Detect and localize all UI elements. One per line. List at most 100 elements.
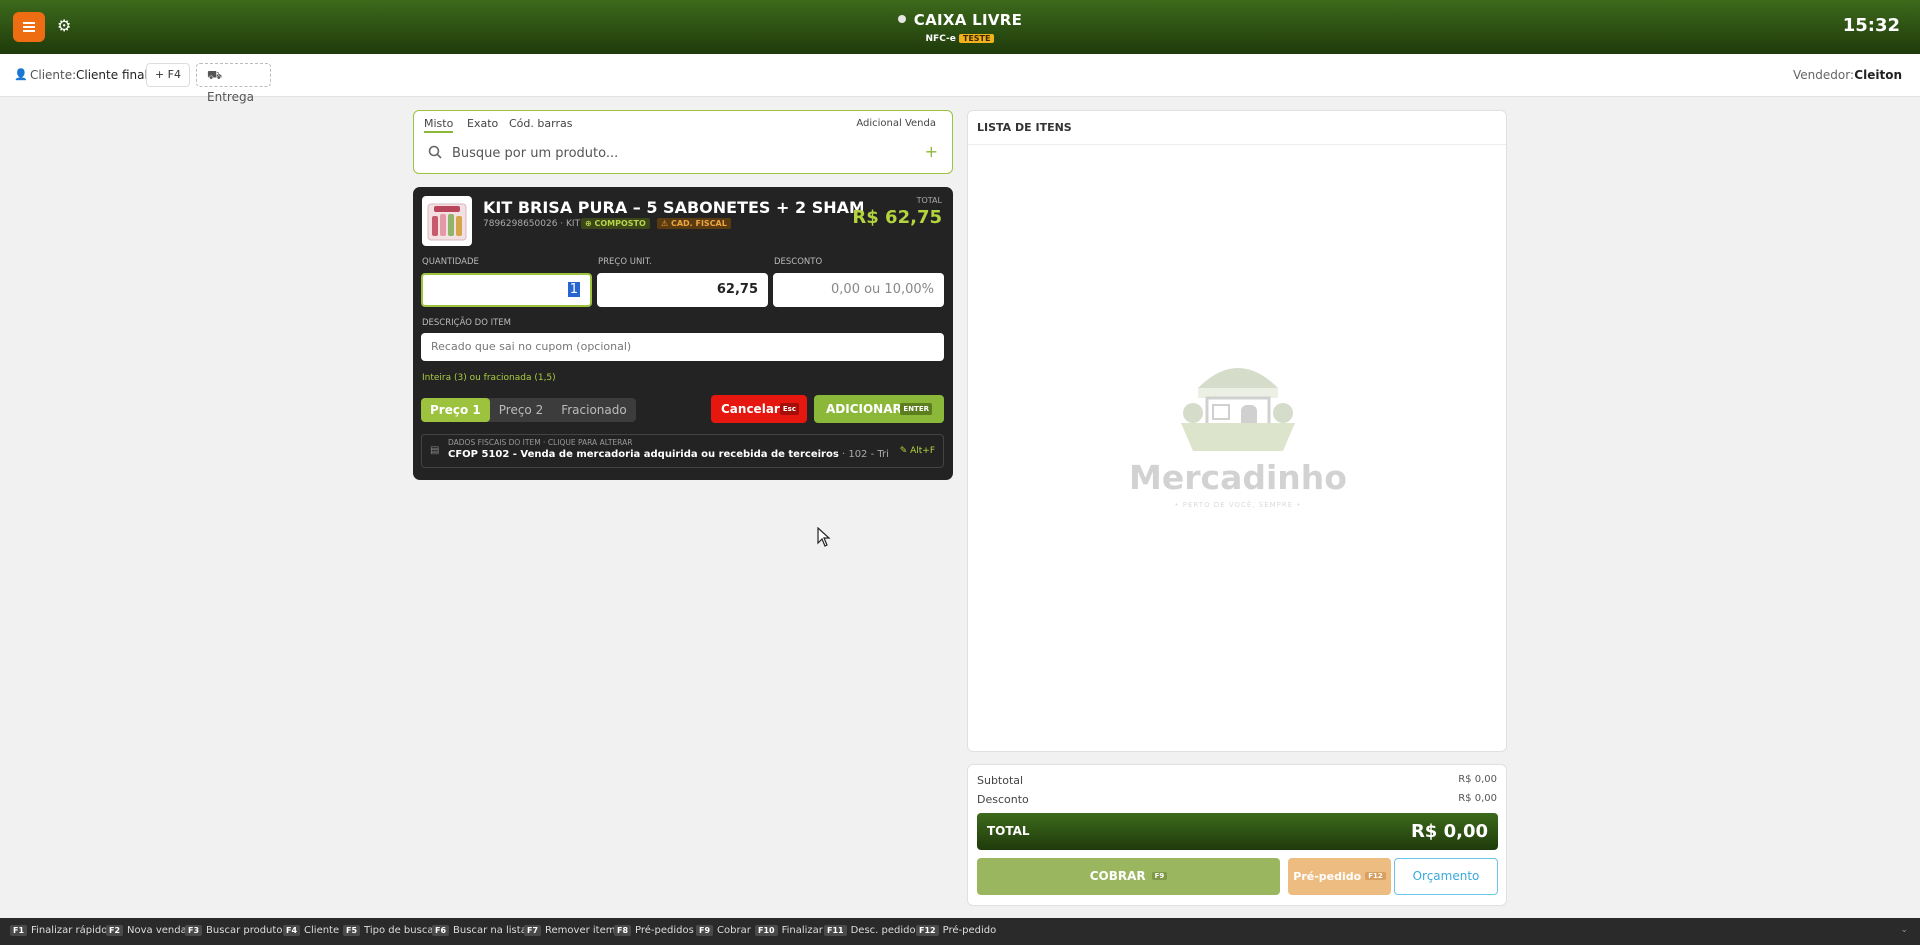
chevron-down-icon[interactable]: ⌄ xyxy=(1900,925,1908,935)
edit-fiscal-shortcut[interactable]: ✎ Alt+F xyxy=(900,446,935,456)
document-icon: ▤ xyxy=(430,445,440,456)
cancel-button[interactable]: Cancelar Esc xyxy=(711,395,807,423)
preorder-label: Pré-pedido xyxy=(1293,870,1362,883)
shortcut-key: F11 xyxy=(824,925,847,936)
shortcut-label: Finalizar rápido xyxy=(31,925,108,936)
store-logo-watermark: Mercadinho • PERTO DE VOCÊ, SEMPRE • xyxy=(1123,333,1353,523)
shortcut-label: Pré-pedidos xyxy=(635,925,694,936)
tab-price-2[interactable]: Preço 2 xyxy=(490,398,552,422)
user-icon: 👤 xyxy=(14,68,28,81)
shortcut-f11[interactable]: F11 Desc. pedido xyxy=(824,925,916,936)
shortcut-label: Pré-pedido xyxy=(942,925,997,936)
seller-name[interactable]: Cleiton xyxy=(1854,68,1902,82)
shortcut-f6[interactable]: F6 Buscar na lista xyxy=(432,925,527,936)
preorder-button[interactable]: Pré-pedido F12 xyxy=(1288,858,1391,895)
delivery-button[interactable]: ⛟ Entrega xyxy=(196,63,271,104)
divider xyxy=(968,144,1506,145)
tab-fractional[interactable]: Fracionado xyxy=(552,398,636,422)
shortcut-key: F10 xyxy=(755,925,778,936)
shortcut-label: Buscar na lista xyxy=(453,925,527,936)
search-tab-mixed[interactable]: Misto xyxy=(424,114,454,133)
shortcut-f12[interactable]: F12 Pré-pedido xyxy=(916,925,996,936)
search-input[interactable] xyxy=(452,142,892,164)
grand-total-value: R$ 0,00 xyxy=(1410,821,1488,842)
grand-total-bar: TOTAL R$ 0,00 xyxy=(977,813,1498,850)
subtotal-value: R$ 0,00 xyxy=(1458,774,1497,785)
register-status: CAIXA LIVRE xyxy=(0,11,1920,29)
subtotal-row: Subtotal R$ 0,00 xyxy=(977,774,1497,787)
unit-price-field[interactable]: 62,75 xyxy=(597,273,768,307)
shortcut-f10[interactable]: F10 Finalizar xyxy=(755,925,823,936)
client-name[interactable]: Cliente final xyxy=(76,68,148,82)
shortcut-label: Cliente xyxy=(304,925,340,936)
shortcut-key: F5 xyxy=(343,925,361,936)
shortcut-key: F4 xyxy=(283,925,301,936)
grand-total-label: TOTAL xyxy=(987,824,1030,838)
tab-price-1[interactable]: Preço 1 xyxy=(421,398,490,422)
additional-sale-link[interactable]: Adicional Venda xyxy=(856,114,936,133)
cancel-key-hint: Esc xyxy=(779,403,799,415)
edit-icon: ✎ xyxy=(899,446,911,456)
shortcut-key: F1 xyxy=(10,925,28,936)
composite-badge: ⊕ COMPOSTO xyxy=(581,218,650,229)
shortcut-f5[interactable]: F5 Tipo de busca xyxy=(343,925,433,936)
add-label: ADICIONAR xyxy=(826,402,902,416)
select-client-button[interactable]: + F4 xyxy=(146,63,190,87)
shortcut-key: F7 xyxy=(524,925,542,936)
shortcut-key: F6 xyxy=(432,925,450,936)
shortcut-key: F12 xyxy=(916,925,939,936)
shortcut-f3[interactable]: F3 Buscar produto xyxy=(185,925,282,936)
product-search: Misto Exato Cód. barras Adicional Venda … xyxy=(413,110,953,174)
discount-field[interactable]: 0,00 ou 10,00% xyxy=(773,273,944,307)
fiscal-cfop: CFOP 5102 - Venda de mercadoria adquirid… xyxy=(448,449,839,460)
fiscal-warning-badge: ⚠ CAD. FISCAL xyxy=(657,218,731,229)
item-description-field[interactable]: Recado que sai no cupom (opcional) xyxy=(421,333,944,361)
shortcut-f8[interactable]: F8 Pré-pedidos xyxy=(614,925,694,936)
search-tab-exact[interactable]: Exato xyxy=(467,114,498,133)
item-total-label: TOTAL xyxy=(916,196,942,205)
delivery-label: Entrega xyxy=(207,90,254,104)
order-discount-label: Desconto xyxy=(977,793,1029,806)
shortcut-key: F2 xyxy=(106,925,124,936)
status-dot-icon xyxy=(897,15,906,23)
fiscal-data-box[interactable]: ▤ DADOS FISCAIS DO ITEM · CLIQUE PARA AL… xyxy=(421,434,944,468)
quote-button[interactable]: Orçamento xyxy=(1394,858,1498,895)
shortcut-label: Remover item xyxy=(545,925,616,936)
doc-type-label: NFC-e xyxy=(925,34,956,44)
item-list-panel: LISTA DE ITENS Mercadinho • PERTO DE VOC… xyxy=(967,110,1507,752)
unit-price-label: PREÇO UNIT. xyxy=(598,257,652,267)
shortcut-f9[interactable]: F9 Cobrar xyxy=(696,925,751,936)
shortcut-label: Finalizar xyxy=(781,925,823,936)
product-name: KIT BRISA PURA – 5 SABONETES + 2 SHAMPOO… xyxy=(483,198,863,217)
status-text: CAIXA LIVRE xyxy=(913,11,1023,29)
item-description-label: DESCRIÇÃO DO ITEM xyxy=(422,318,511,328)
shortcut-f7[interactable]: F7 Remover item xyxy=(524,925,616,936)
order-discount-value: R$ 0,00 xyxy=(1458,793,1497,804)
add-product-icon[interactable]: + xyxy=(925,142,938,161)
charge-button[interactable]: COBRAR F9 xyxy=(977,858,1280,895)
seller-label: Vendedor: xyxy=(1793,68,1854,82)
shortcut-f2[interactable]: F2 Nova venda xyxy=(106,925,187,936)
item-list-title: LISTA DE ITENS xyxy=(977,121,1072,134)
charge-key-hint: F9 xyxy=(1151,872,1168,880)
product-image xyxy=(422,196,472,246)
search-tab-barcode[interactable]: Cód. barras xyxy=(509,114,572,133)
cancel-label: Cancelar xyxy=(721,402,780,416)
shortcut-f4[interactable]: F4 Cliente xyxy=(283,925,339,936)
price-tabs: Preço 1 Preço 2 Fracionado xyxy=(421,398,636,422)
client-label: Cliente: xyxy=(30,68,77,82)
shortcut-label: Buscar produto xyxy=(206,925,283,936)
product-code: 7896298650026 · KIT xyxy=(483,219,581,229)
fiscal-title: DADOS FISCAIS DO ITEM · CLIQUE PARA ALTE… xyxy=(448,438,633,447)
add-item-button[interactable]: ADICIONAR ENTER xyxy=(814,395,944,423)
watermark-text: Mercadinho xyxy=(1129,458,1347,497)
charge-label: COBRAR xyxy=(1089,869,1146,883)
quantity-hint: Inteira (3) ou fracionada (1,5) xyxy=(422,373,556,383)
shortcut-key: F9 xyxy=(696,925,714,936)
shortcut-label: Cobrar xyxy=(717,925,751,936)
quantity-field[interactable]: 1 xyxy=(421,273,592,307)
shortcut-f1[interactable]: F1 Finalizar rápido xyxy=(10,925,107,936)
top-bar: ⚙ CAIXA LIVRE NFC-e TESTE 15:32 xyxy=(0,0,1920,54)
preorder-key-hint: F12 xyxy=(1365,872,1386,880)
client-bar: 👤 Cliente: Cliente final + F4 ⛟ Entrega … xyxy=(0,54,1920,104)
